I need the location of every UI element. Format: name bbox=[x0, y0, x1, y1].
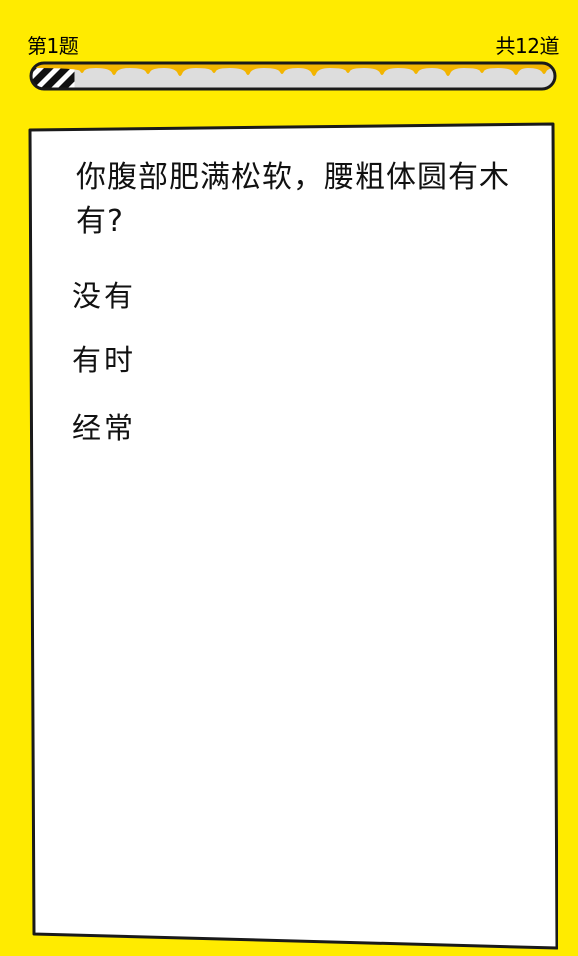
option-often[interactable]: 经常 bbox=[72, 410, 136, 446]
question-card: 你腹部肥满松软，腰粗体圆有木有? 没有 有时 经常 bbox=[28, 122, 558, 950]
total-questions-counter: 共12道 bbox=[495, 34, 560, 58]
quiz-header: 第1题 共12道 bbox=[0, 0, 578, 60]
card-frame bbox=[28, 122, 558, 950]
progress-bar bbox=[29, 61, 557, 91]
option-sometimes[interactable]: 有时 bbox=[72, 342, 136, 378]
current-question-counter: 第1题 bbox=[27, 34, 79, 58]
option-never[interactable]: 没有 bbox=[72, 278, 136, 314]
question-text: 你腹部肥满松软，腰粗体圆有木有? bbox=[76, 160, 510, 239]
